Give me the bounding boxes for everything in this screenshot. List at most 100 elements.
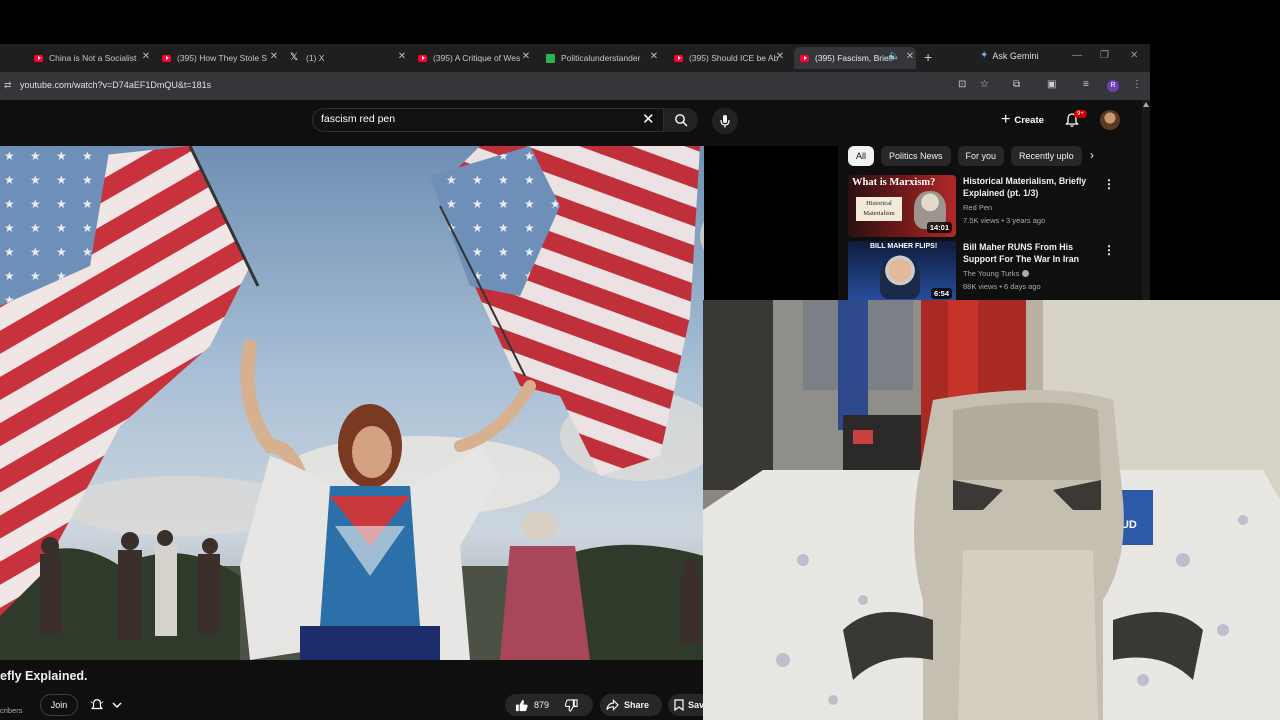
like-count: 879 <box>534 700 550 710</box>
scroll-up-arrow-icon[interactable] <box>1143 102 1149 107</box>
thumbs-up-icon <box>515 699 528 711</box>
kebab-menu-icon[interactable]: ⋮ <box>1132 79 1142 90</box>
share-button[interactable]: Share <box>600 694 662 716</box>
recommendation-meta: 7.5K views • 3 years ago <box>963 216 1046 225</box>
tab-x[interactable]: 𝕏 (1) X ✕ <box>290 47 408 69</box>
channel-name: The Young Turks <box>963 269 1020 278</box>
profile-avatar[interactable]: R <box>1107 80 1119 92</box>
recommendation-thumbnail[interactable]: What is Marxism? Historical Materialism … <box>848 175 956 237</box>
sidepanel-icon[interactable]: ▣ <box>1047 79 1056 90</box>
youtube-header: ✕ + Create 9+ <box>0 100 1150 144</box>
recommendation-channel[interactable]: Red Pen <box>963 203 992 212</box>
video-title: efly Explained. <box>0 669 88 683</box>
webcam-frame: BUD <box>703 300 1280 720</box>
bookmark-star-icon[interactable]: ☆ <box>980 79 989 90</box>
tab-title: (395) Fascism, Brief <box>815 53 892 63</box>
join-button[interactable]: Join <box>40 694 78 716</box>
new-tab-button[interactable]: + <box>924 49 932 65</box>
close-icon[interactable]: ✕ <box>774 51 786 62</box>
clear-search-icon[interactable]: ✕ <box>642 110 655 128</box>
maximize-icon[interactable]: ❐ <box>1100 50 1109 61</box>
close-icon[interactable]: ✕ <box>648 51 660 62</box>
youtube-icon <box>674 54 683 62</box>
close-icon[interactable]: ✕ <box>396 51 408 62</box>
microphone-icon <box>720 115 730 128</box>
chevron-right-icon[interactable]: › <box>1090 148 1094 162</box>
channel-name: Red Pen <box>963 203 993 212</box>
chip-for-you[interactable]: For you <box>957 146 1005 166</box>
gemini-label: Ask Gemini <box>992 50 1039 61</box>
account-avatar[interactable] <box>1100 110 1120 130</box>
more-options-icon[interactable]: ⋮ <box>1103 177 1115 191</box>
recommendation-title[interactable]: Historical Materialism, Briefly Explaine… <box>963 175 1093 199</box>
share-arrow-icon <box>606 699 619 711</box>
extensions-icon[interactable]: ⧉ <box>1013 79 1020 90</box>
video-duration: 6:54 <box>930 288 952 299</box>
plus-icon: + <box>1001 111 1011 128</box>
recommendation-item[interactable]: BILL MAHER FLIPS! 6:54 Bill Maher RUNS F… <box>848 241 1138 303</box>
window-close-icon[interactable]: ✕ <box>1130 50 1138 61</box>
youtube-icon <box>800 54 809 62</box>
recommendation-title[interactable]: Bill Maher RUNS From His Support For The… <box>963 241 1093 265</box>
more-options-icon[interactable]: ⋮ <box>1103 243 1115 257</box>
create-button[interactable]: + Create <box>995 108 1050 132</box>
tab-fascism-active[interactable]: (395) Fascism, Brief 🔈 ✕ <box>794 47 916 69</box>
thumbnail-text: What is Marxism? <box>852 177 936 188</box>
close-icon[interactable]: ✕ <box>140 51 152 62</box>
close-icon[interactable]: ✕ <box>904 51 916 62</box>
search-icon <box>675 114 688 127</box>
x-icon: 𝕏 <box>290 52 299 63</box>
url-field[interactable]: youtube.com/watch?v=D74aEF1DmQU&t=181s <box>20 80 211 90</box>
address-bar: ⇄ youtube.com/watch?v=D74aEF1DmQU&t=181s… <box>0 72 1150 100</box>
thumbnail-caption: Historical Materialism <box>856 197 902 221</box>
video-frame: ★ <box>0 146 704 660</box>
notification-count-badge: 9+ <box>1074 110 1087 118</box>
dislike-button[interactable] <box>565 698 578 712</box>
create-label: Create <box>1014 114 1044 126</box>
tab-title: China is Not a Socialist <box>49 53 137 63</box>
youtube-icon <box>418 54 427 62</box>
minimize-icon[interactable]: — <box>1072 50 1082 61</box>
gemini-icon: ✦ <box>980 50 989 61</box>
ask-gemini-button[interactable]: ✦ Ask Gemini <box>980 50 1038 61</box>
close-icon[interactable]: ✕ <box>520 51 532 62</box>
chip-all[interactable]: All <box>848 146 875 166</box>
thumbnail-text: BILL MAHER FLIPS! <box>870 243 938 250</box>
tab-bar: China is Not a Socialist ✕ (395) How The… <box>0 44 1150 72</box>
subscriber-count: cribers <box>0 706 23 715</box>
voice-search-button[interactable] <box>712 108 738 134</box>
like-button[interactable]: 879 <box>515 699 549 712</box>
recommendation-channel[interactable]: The Young Turks <box>963 269 1030 278</box>
chevron-down-icon <box>112 702 122 708</box>
tab-title: (395) How They Stole S <box>177 53 268 63</box>
tab-how-they-stole[interactable]: (395) How They Stole S ✕ <box>162 47 280 69</box>
tab-should-ice[interactable]: (395) Should ICE be Ab ✕ <box>674 47 786 69</box>
site-info-icon[interactable]: ⇄ <box>4 80 12 91</box>
search-box <box>312 108 664 132</box>
search-button[interactable] <box>664 108 698 132</box>
bookmark-icon <box>674 699 684 711</box>
search-input[interactable] <box>321 113 631 125</box>
tab-title: Politicalunderstander <box>561 53 641 63</box>
youtube-icon <box>34 54 43 62</box>
filter-chips: All Politics News For you Recently uplo <box>848 146 1082 168</box>
speaker-icon[interactable]: 🔈 <box>888 51 900 62</box>
bell-icon <box>90 699 104 710</box>
save-label: Sav <box>688 700 705 710</box>
bill-maher-portrait <box>880 255 920 299</box>
close-icon[interactable]: ✕ <box>268 51 280 62</box>
green-k-icon <box>546 53 555 63</box>
tab-politicalunderstander[interactable]: Politicalunderstander ✕ <box>546 47 660 69</box>
recommendation-thumbnail[interactable]: BILL MAHER FLIPS! 6:54 <box>848 241 956 303</box>
chip-recently-uploaded[interactable]: Recently uplo <box>1011 146 1082 166</box>
tab-critique[interactable]: (395) A Critique of Wes ✕ <box>418 47 532 69</box>
recommendation-item[interactable]: What is Marxism? Historical Materialism … <box>848 175 1138 237</box>
tab-title: (1) X <box>306 53 325 63</box>
tab-china-socialist[interactable]: China is Not a Socialist ✕ <box>34 47 152 69</box>
install-icon[interactable]: ⊡ <box>958 79 966 90</box>
recommendation-meta: 88K views • 6 days ago <box>963 282 1041 291</box>
subscription-bell-button[interactable] <box>86 694 128 716</box>
media-control-icon[interactable]: ≡ <box>1083 79 1089 90</box>
chip-politics-news[interactable]: Politics News <box>881 146 951 166</box>
like-dislike-group: 879 <box>505 694 593 716</box>
